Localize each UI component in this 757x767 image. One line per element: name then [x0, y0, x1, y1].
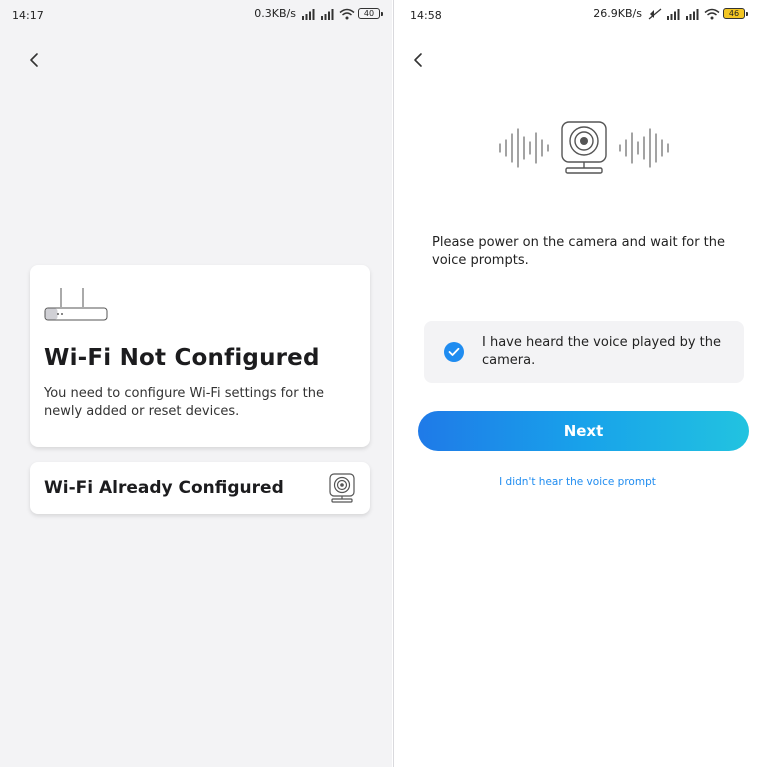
- battery-icon: 40: [358, 8, 383, 19]
- network-speed: 26.9KB/s: [593, 7, 642, 20]
- status-time: 14:17: [12, 9, 44, 22]
- back-arrow-icon: [414, 53, 422, 67]
- camera-sound-illustration: [499, 121, 669, 174]
- voice-heard-label: I have heard the voice played by the cam…: [482, 335, 722, 368]
- card-title: Wi-Fi Not Configured: [44, 345, 320, 371]
- status-indicators: 0.3KB/s 40: [254, 7, 383, 20]
- check-icon: [448, 347, 460, 356]
- voice-heard-checkbox[interactable]: [444, 342, 464, 362]
- right-screen: 14:58 26.9KB/s 46 Please power on the ca…: [398, 0, 757, 767]
- signal-icon: [667, 8, 680, 20]
- wifi-icon: [339, 8, 355, 19]
- wifi-already-configured-card[interactable]: Wi-Fi Already Configured: [30, 462, 370, 514]
- network-speed: 0.3KB/s: [254, 7, 296, 20]
- card-description: You need to configure Wi-Fi settings for…: [44, 386, 325, 419]
- mute-icon: [648, 8, 662, 19]
- camera-icon: [561, 121, 607, 174]
- wifi-icon: [704, 8, 720, 19]
- voice-heard-checkbox-row[interactable]: I have heard the voice played by the cam…: [424, 321, 744, 383]
- signal-icon: [686, 8, 699, 20]
- instruction-text: Please power on the camera and wait for …: [432, 235, 726, 268]
- signal-icon: [302, 8, 315, 20]
- status-bar: 14:17 0.3KB/s 40: [0, 0, 392, 30]
- back-arrow-icon: [30, 53, 38, 67]
- signal-icon: [321, 8, 334, 20]
- next-button[interactable]: Next: [418, 411, 749, 451]
- camera-icon: [329, 473, 355, 503]
- status-indicators: 26.9KB/s 46: [593, 7, 748, 20]
- left-screen: 14:17 0.3KB/s 40 Wi-Fi Not Configured Yo…: [0, 0, 392, 767]
- card-title: Wi-Fi Already Configured: [44, 478, 284, 498]
- status-bar: 14:58 26.9KB/s 46: [398, 0, 757, 30]
- router-icon: [44, 288, 108, 321]
- wifi-not-configured-card[interactable]: Wi-Fi Not Configured You need to configu…: [30, 265, 370, 447]
- sound-wave-icon: [619, 128, 669, 168]
- no-voice-prompt-link[interactable]: I didn't hear the voice prompt: [398, 476, 757, 488]
- sound-wave-icon: [499, 128, 549, 168]
- status-time: 14:58: [410, 9, 442, 22]
- back-button[interactable]: [22, 48, 46, 72]
- battery-icon: 46: [723, 8, 748, 19]
- back-button[interactable]: [406, 48, 430, 72]
